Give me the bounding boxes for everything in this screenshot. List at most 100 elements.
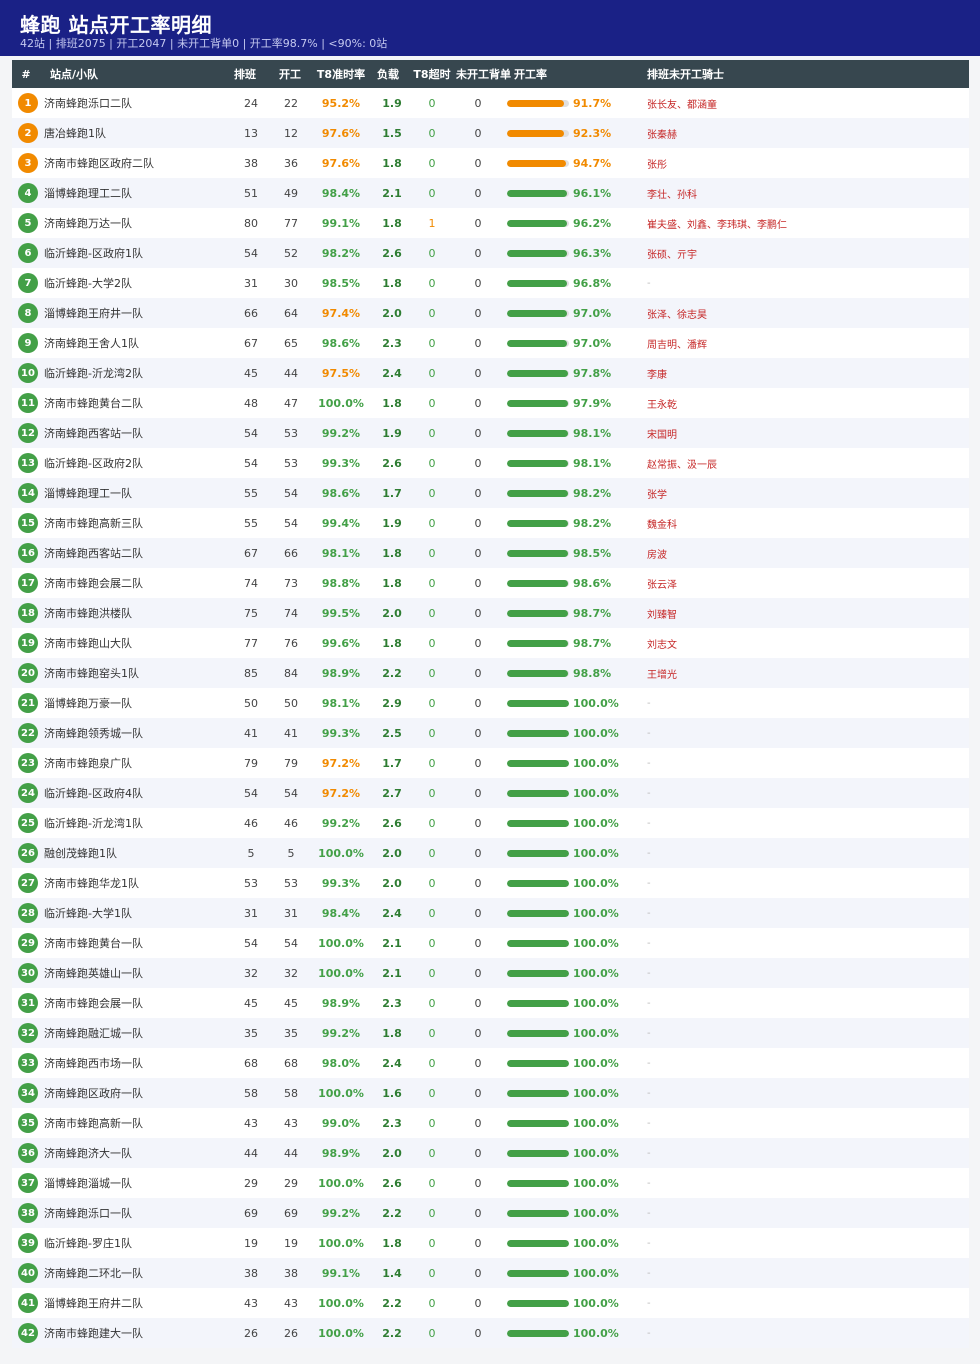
station-name[interactable]: 济南市蜂跑黄台一队	[44, 935, 143, 951]
col-station-header[interactable]: 站点/小队	[50, 60, 200, 88]
table-row[interactable]: 6 临沂蜂跑-区政府1队 54 52 98.2% 2.6 0 0 96.3% 张硕、亓宇	[12, 238, 969, 268]
station-name[interactable]: 济南蜂跑英雄山一队	[44, 965, 143, 981]
table-row[interactable]: 16 济南蜂跑西客站二队 67 66 98.1% 1.8 0 0 98.5% 房波	[12, 538, 969, 568]
start-rate-bar-fill	[507, 939, 569, 947]
table-row[interactable]: 28 临沂蜂跑-大学1队 31 31 98.4% 2.4 0 0 100.0% -	[12, 898, 969, 928]
riders-cell: -	[647, 697, 651, 709]
station-name[interactable]: 济南市蜂跑洪楼队	[44, 605, 132, 621]
table-row[interactable]: 25 临沂蜂跑-沂龙湾1队 46 46 99.2% 2.6 0 0 100.0% -	[12, 808, 969, 838]
table-row[interactable]: 8 淄博蜂跑王府井一队 66 64 97.4% 2.0 0 0 97.0% 张泽、徐志昊	[12, 298, 969, 328]
station-name[interactable]: 淄博蜂跑王府井二队	[44, 1295, 143, 1311]
table-row[interactable]: 20 济南市蜂跑窑头1队 85 84 98.9% 2.2 0 0 98.8% 王增光	[12, 658, 969, 688]
station-name[interactable]: 济南蜂跑区政府一队	[44, 1085, 143, 1101]
table-row[interactable]: 9 济南蜂跑王舍人1队 67 65 98.6% 2.3 0 0 97.0% 周吉明、潘辉	[12, 328, 969, 358]
table-row[interactable]: 31 济南市蜂跑会展一队 45 45 98.9% 2.3 0 0 100.0% -	[12, 988, 969, 1018]
start-rate-bar	[507, 1119, 569, 1127]
table-row[interactable]: 42 济南市蜂跑建大一队 26 26 100.0% 2.2 0 0 100.0% -	[12, 1318, 969, 1348]
col-t8-overtime-header[interactable]: T8超时	[410, 60, 454, 88]
station-name[interactable]: 淄博蜂跑理工二队	[44, 185, 132, 201]
station-name[interactable]: 临沂蜂跑-罗庄1队	[44, 1235, 132, 1251]
col-scheduled-header[interactable]: 排班	[228, 60, 262, 88]
station-name[interactable]: 济南蜂跑领秀城一队	[44, 725, 143, 741]
station-name[interactable]: 济南蜂跑济大一队	[44, 1145, 132, 1161]
station-name[interactable]: 济南市蜂跑高新一队	[44, 1115, 143, 1131]
station-name[interactable]: 济南市蜂跑会展二队	[44, 575, 143, 591]
station-name[interactable]: 临沂蜂跑-区政府1队	[44, 245, 143, 261]
station-name[interactable]: 济南市蜂跑会展一队	[44, 995, 143, 1011]
table-row[interactable]: 35 济南市蜂跑高新一队 43 43 99.0% 2.3 0 0 100.0% -	[12, 1108, 969, 1138]
table-row[interactable]: 10 临沂蜂跑-沂龙湾2队 45 44 97.5% 2.4 0 0 97.8% 李康	[12, 358, 969, 388]
table-row[interactable]: 30 济南蜂跑英雄山一队 32 32 100.0% 2.1 0 0 100.0% -	[12, 958, 969, 988]
station-name[interactable]: 淄博蜂跑淄城一队	[44, 1175, 132, 1191]
station-name[interactable]: 济南市蜂跑山大队	[44, 635, 132, 651]
col-started-header[interactable]: 开工	[270, 60, 310, 88]
col-riders-header[interactable]: 排班未开工骑士	[647, 60, 767, 88]
table-row[interactable]: 26 融创茂蜂跑1队 5 5 100.0% 2.0 0 0 100.0% -	[12, 838, 969, 868]
station-name[interactable]: 临沂蜂跑-大学1队	[44, 905, 132, 921]
table-row[interactable]: 32 济南蜂跑融汇城一队 35 35 99.2% 1.8 0 0 100.0% -	[12, 1018, 969, 1048]
station-name[interactable]: 济南蜂跑西客站二队	[44, 545, 143, 561]
table-row[interactable]: 17 济南市蜂跑会展二队 74 73 98.8% 1.8 0 0 98.6% 张云泽	[12, 568, 969, 598]
station-name[interactable]: 济南蜂跑泺口二队	[44, 95, 132, 111]
col-rank-header[interactable]: #	[12, 60, 40, 88]
station-name[interactable]: 济南市蜂跑窑头1队	[44, 665, 139, 681]
station-name[interactable]: 临沂蜂跑-区政府2队	[44, 455, 143, 471]
col-load-header[interactable]: 负载	[372, 60, 404, 88]
table-row[interactable]: 24 临沂蜂跑-区政府4队 54 54 97.2% 2.7 0 0 100.0% -	[12, 778, 969, 808]
table-row[interactable]: 3 济南市蜂跑区政府二队 38 36 97.6% 1.8 0 0 94.7% 张彤	[12, 148, 969, 178]
station-name[interactable]: 济南市蜂跑区政府二队	[44, 155, 154, 171]
table-row[interactable]: 33 济南蜂跑西市场一队 68 68 98.0% 2.4 0 0 100.0% -	[12, 1048, 969, 1078]
table-row[interactable]: 5 济南蜂跑万达一队 80 77 99.1% 1.8 1 0 96.2% 崔夫盛、刘鑫、李玮琪、李…	[12, 208, 969, 238]
col-start-rate-header[interactable]: 开工率	[514, 60, 574, 88]
station-name[interactable]: 临沂蜂跑-沂龙湾2队	[44, 365, 143, 381]
station-name[interactable]: 融创茂蜂跑1队	[44, 845, 117, 861]
station-name[interactable]: 济南市蜂跑黄台二队	[44, 395, 143, 411]
station-name[interactable]: 济南蜂跑西市场一队	[44, 1055, 143, 1071]
table-row[interactable]: 4 淄博蜂跑理工二队 51 49 98.4% 2.1 0 0 96.1% 李壮、孙科	[12, 178, 969, 208]
table-row[interactable]: 7 临沂蜂跑-大学2队 31 30 98.5% 1.8 0 0 96.8% -	[12, 268, 969, 298]
station-name[interactable]: 淄博蜂跑王府井一队	[44, 305, 143, 321]
rank-cell: 32	[18, 1018, 42, 1048]
table-row[interactable]: 19 济南市蜂跑山大队 77 76 99.6% 1.8 0 0 98.7% 刘志文	[12, 628, 969, 658]
table-row[interactable]: 23 济南市蜂跑泉广队 79 79 97.2% 1.7 0 0 100.0% -	[12, 748, 969, 778]
station-name[interactable]: 济南市蜂跑高新三队	[44, 515, 143, 531]
table-row[interactable]: 13 临沂蜂跑-区政府2队 54 53 99.3% 2.6 0 0 98.1% 赵常振、汲一辰	[12, 448, 969, 478]
station-name[interactable]: 临沂蜂跑-大学2队	[44, 275, 132, 291]
table-row[interactable]: 37 淄博蜂跑淄城一队 29 29 100.0% 2.6 0 0 100.0% -	[12, 1168, 969, 1198]
station-name[interactable]: 唐冶蜂跑1队	[44, 125, 106, 141]
station-name[interactable]: 济南蜂跑泺口一队	[44, 1205, 132, 1221]
station-name[interactable]: 临沂蜂跑-区政府4队	[44, 785, 143, 801]
table-row[interactable]: 2 唐冶蜂跑1队 13 12 97.6% 1.5 0 0 92.3% 张秦赫	[12, 118, 969, 148]
station-name[interactable]: 济南市蜂跑泉广队	[44, 755, 132, 771]
table-row[interactable]: 14 淄博蜂跑理工一队 55 54 98.6% 1.7 0 0 98.2% 张学	[12, 478, 969, 508]
table-row[interactable]: 27 济南市蜂跑华龙1队 53 53 99.3% 2.0 0 0 100.0% -	[12, 868, 969, 898]
station-name[interactable]: 济南蜂跑西客站一队	[44, 425, 143, 441]
table-row[interactable]: 1 济南蜂跑泺口二队 24 22 95.2% 1.9 0 0 91.7% 张长友、都涵童	[12, 88, 969, 118]
station-name[interactable]: 济南蜂跑二环北一队	[44, 1265, 143, 1281]
station-name[interactable]: 济南蜂跑王舍人1队	[44, 335, 139, 351]
table-row[interactable]: 11 济南市蜂跑黄台二队 48 47 100.0% 1.8 0 0 97.9% 王永乾	[12, 388, 969, 418]
table-row[interactable]: 38 济南蜂跑泺口一队 69 69 99.2% 2.2 0 0 100.0% -	[12, 1198, 969, 1228]
start-rate-bar	[507, 549, 569, 557]
table-row[interactable]: 22 济南蜂跑领秀城一队 41 41 99.3% 2.5 0 0 100.0% -	[12, 718, 969, 748]
station-name[interactable]: 济南市蜂跑建大一队	[44, 1325, 143, 1341]
col-backlog-header[interactable]: 未开工背单	[456, 60, 518, 88]
table-row[interactable]: 12 济南蜂跑西客站一队 54 53 99.2% 1.9 0 0 98.1% 宋国明	[12, 418, 969, 448]
table-row[interactable]: 36 济南蜂跑济大一队 44 44 98.9% 2.0 0 0 100.0% -	[12, 1138, 969, 1168]
station-name[interactable]: 济南市蜂跑华龙1队	[44, 875, 139, 891]
station-name[interactable]: 济南蜂跑融汇城一队	[44, 1025, 143, 1041]
table-row[interactable]: 40 济南蜂跑二环北一队 38 38 99.1% 1.4 0 0 100.0% -	[12, 1258, 969, 1288]
station-name[interactable]: 济南蜂跑万达一队	[44, 215, 132, 231]
table-row[interactable]: 39 临沂蜂跑-罗庄1队 19 19 100.0% 1.8 0 0 100.0% -	[12, 1228, 969, 1258]
table-row[interactable]: 34 济南蜂跑区政府一队 58 58 100.0% 1.6 0 0 100.0% -	[12, 1078, 969, 1108]
station-name[interactable]: 临沂蜂跑-沂龙湾1队	[44, 815, 143, 831]
start-rate-cell: 100.0%	[507, 1288, 637, 1318]
station-name[interactable]: 淄博蜂跑理工一队	[44, 485, 132, 501]
table-row[interactable]: 41 淄博蜂跑王府井二队 43 43 100.0% 2.2 0 0 100.0% -	[12, 1288, 969, 1318]
table-row[interactable]: 18 济南市蜂跑洪楼队 75 74 99.5% 2.0 0 0 98.7% 刘臻智	[12, 598, 969, 628]
table-row[interactable]: 15 济南市蜂跑高新三队 55 54 99.4% 1.9 0 0 98.2% 魏金科	[12, 508, 969, 538]
station-name[interactable]: 淄博蜂跑万豪一队	[44, 695, 132, 711]
table-row[interactable]: 29 济南市蜂跑黄台一队 54 54 100.0% 2.1 0 0 100.0% -	[12, 928, 969, 958]
col-t8-rate-header[interactable]: T8准时率	[310, 60, 372, 88]
table-row[interactable]: 21 淄博蜂跑万豪一队 50 50 98.1% 2.9 0 0 100.0% -	[12, 688, 969, 718]
